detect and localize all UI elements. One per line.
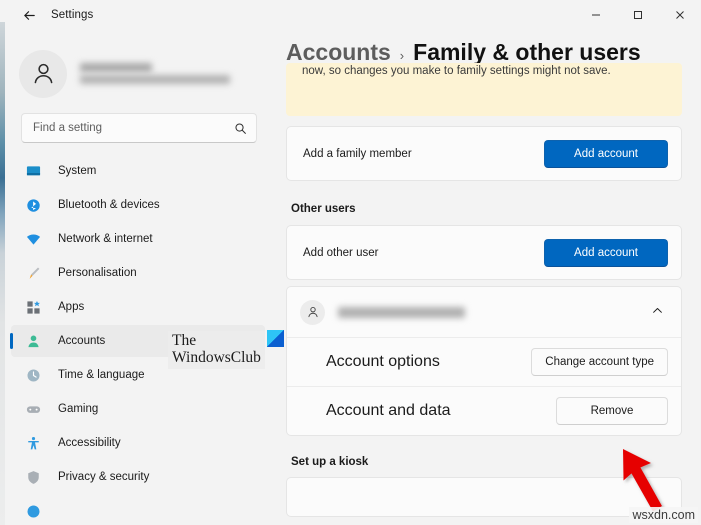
other-users-heading: Other users [291,203,682,215]
window-caption-buttons [575,0,701,30]
sidebar-item-label: Accounts [58,335,105,347]
sidebar: Find a setting System Bluetooth & device… [5,30,275,525]
sidebar-item-accessibility[interactable]: Accessibility [11,427,265,459]
sidebar-item-label: Gaming [58,403,98,415]
sidebar-item-network-internet[interactable]: Network & internet [11,223,265,255]
sidebar-item-label: System [58,165,96,177]
wifi-icon [25,231,41,247]
clock-icon [25,367,41,383]
avatar [19,50,67,98]
change-account-type-button[interactable]: Change account type [531,348,668,376]
minimize-button[interactable] [575,0,617,30]
sidebar-item-accounts[interactable]: Accounts [11,325,265,357]
page-title: Family & other users [413,39,641,66]
banner-text: now, so changes you make to family setti… [286,63,682,80]
sidebar-item-time-language[interactable]: Time & language [11,359,265,391]
add-other-account-button[interactable]: Add account [544,239,668,267]
close-button[interactable] [659,0,701,30]
background-window-sliver [0,22,5,525]
add-family-account-button[interactable]: Add account [544,140,668,168]
add-family-member-row: Add a family member Add account [287,127,681,180]
close-icon [675,10,685,20]
sidebar-item-personalisation[interactable]: Personalisation [11,257,265,289]
window-title: Settings [51,9,93,21]
person-avatar-icon [30,60,57,87]
account-and-data-label: Account and data [326,402,451,420]
back-button[interactable] [14,0,44,30]
minimize-icon [591,10,601,20]
bluetooth-icon [25,197,41,213]
chevron-up-icon[interactable] [651,304,667,320]
user-account-header[interactable] [287,287,681,337]
sidebar-item-label: Apps [58,301,84,313]
profile-email-redacted [80,75,230,84]
account-email-redacted [338,307,465,318]
add-other-user-row: Add other user Add account [287,226,681,279]
sidebar-item-gaming[interactable]: Gaming [11,393,265,425]
main-content: Accounts › Family & other users now, so … [275,30,701,525]
add-other-user-card: Add other user Add account [286,225,682,280]
user-account-expander-card: Account options Change account type Acco… [286,286,682,436]
kiosk-card[interactable] [286,477,682,517]
sidebar-item-label: Privacy & security [58,471,149,483]
sidebar-nav: System Bluetooth & devices Network & int… [5,155,275,525]
sidebar-item-label: Network & internet [58,233,153,245]
kiosk-heading: Set up a kiosk [291,456,682,468]
paintbrush-icon [25,265,41,281]
settings-scroll-area: now, so changes you make to family setti… [275,63,701,517]
sidebar-item-label: Accessibility [58,437,121,449]
profile-text [80,63,230,84]
family-warning-banner: now, so changes you make to family setti… [286,63,682,116]
account-and-data-row: Account and data Remove [287,386,681,435]
title-bar: Settings [5,0,701,30]
maximize-icon [633,10,643,20]
profile-name-redacted [80,63,152,72]
sidebar-item-windows-update[interactable] [11,495,265,525]
add-family-member-label: Add a family member [303,148,412,160]
monitor-icon [25,163,41,179]
sidebar-item-bluetooth-devices[interactable]: Bluetooth & devices [11,189,265,221]
apps-grid-icon [25,299,41,315]
search-placeholder: Find a setting [33,122,234,134]
sidebar-item-apps[interactable]: Apps [11,291,265,323]
chevron-right-icon: › [400,48,404,63]
person-avatar-icon [306,305,320,319]
avatar [300,300,325,325]
remove-account-button[interactable]: Remove [556,397,668,425]
account-options-row: Account options Change account type [287,337,681,386]
add-family-member-card: Add a family member Add account [286,126,682,181]
add-other-user-label: Add other user [303,247,378,259]
search-icon [234,122,247,135]
windows-update-icon [25,503,41,519]
sidebar-item-privacy-security[interactable]: Privacy & security [11,461,265,493]
gamepad-icon [25,401,41,417]
person-icon [25,333,41,349]
breadcrumb-parent[interactable]: Accounts [286,39,391,66]
search-input[interactable]: Find a setting [21,113,257,143]
accessibility-icon [25,435,41,451]
maximize-button[interactable] [617,0,659,30]
sidebar-item-system[interactable]: System [11,155,265,187]
back-arrow-icon [22,8,37,23]
sidebar-item-label: Personalisation [58,267,137,279]
account-options-label: Account options [326,353,440,371]
user-profile[interactable] [5,30,275,104]
shield-icon [25,469,41,485]
sidebar-item-label: Bluetooth & devices [58,199,160,211]
sidebar-item-label: Time & language [58,369,145,381]
